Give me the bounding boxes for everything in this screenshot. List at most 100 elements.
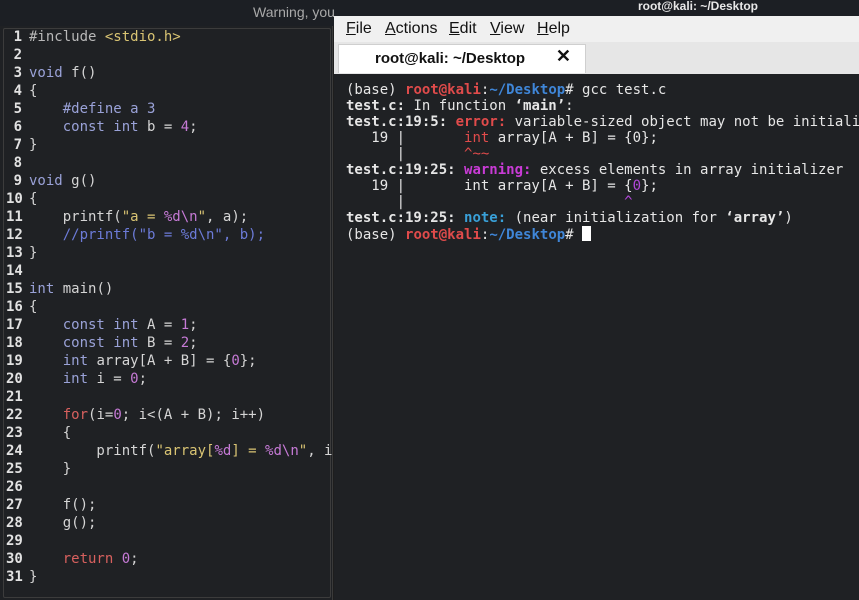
code-token: printf( <box>29 209 122 225</box>
code-line[interactable]: 6 const int b = 4; <box>6 118 198 136</box>
close-icon[interactable]: ✕ <box>556 46 571 67</box>
terminal-output[interactable]: (base) root@kali:~/Desktop# gcc test.c te… <box>334 74 859 600</box>
terminal-line: test.c: In function ‘main’: <box>346 98 574 114</box>
code-token: i = <box>88 371 131 387</box>
line-number: 19 <box>6 353 23 369</box>
code-line[interactable]: 5 #define a 3 <box>6 100 156 118</box>
code-line[interactable]: 3 void f() <box>6 64 97 82</box>
code-token: , a); <box>206 209 249 225</box>
code-line[interactable]: 29 <box>6 532 29 550</box>
code-token: f(); <box>29 497 97 513</box>
menu-item-view[interactable]: View <box>490 20 524 38</box>
code-line[interactable]: 22 for(i=0; i<(A + B); i++) <box>6 406 265 424</box>
code-token: 0 <box>231 353 240 369</box>
terminal-token: ^~~ <box>464 146 490 162</box>
terminal-token: (base) <box>346 227 406 243</box>
code-token: { <box>29 191 38 207</box>
terminal-line: test.c:19:5: error: variable-sized objec… <box>346 114 859 130</box>
code-token: " <box>298 443 308 459</box>
terminal-token: (base) <box>346 82 406 98</box>
code-line[interactable]: 4{ <box>6 82 38 100</box>
terminal-token: int <box>464 130 490 146</box>
terminal-token: test.c:19:5: <box>346 114 456 130</box>
terminal-token: | <box>346 194 625 210</box>
line-number: 21 <box>6 389 23 405</box>
code-line[interactable]: 2 <box>6 46 29 64</box>
terminal-token: root@kali <box>405 82 481 98</box>
line-number: 25 <box>6 461 23 477</box>
code-line[interactable]: 30 return 0; <box>6 550 139 568</box>
terminal-token: warning: <box>464 162 540 178</box>
terminal-token: # <box>565 227 583 243</box>
code-line[interactable]: 7} <box>6 136 38 154</box>
menu-item-actions[interactable]: Actions <box>385 20 437 38</box>
code-editor[interactable]: 1 #include <stdio.h> 2 3 void f() 4{5 #define… <box>0 26 434 600</box>
code-line[interactable]: 19 int array[A + B] = {0}; <box>6 352 257 370</box>
code-line[interactable]: 17 const int A = 1; <box>6 316 198 334</box>
terminal-tab[interactable]: root@kali: ~/Desktop ✕ <box>338 44 586 73</box>
code-line[interactable]: 10 { <box>6 190 37 208</box>
code-token: 2 <box>180 335 190 351</box>
code-token: int <box>29 281 55 297</box>
terminal-token: 19 | int array[A + B] = { <box>346 178 633 194</box>
code-token: } <box>29 245 38 261</box>
warning-text: Warning, you <box>253 4 335 20</box>
code-token: " <box>197 209 207 225</box>
code-token: ; <box>189 119 198 135</box>
code-line[interactable]: 21 <box>6 388 29 406</box>
line-number: 6 <box>13 119 22 135</box>
code-token: } <box>29 137 38 153</box>
terminal-token: ^ <box>624 194 633 210</box>
code-token: 1 <box>180 317 190 333</box>
terminal-line: 19 | int array[A + B] = {0}; <box>346 178 658 194</box>
code-line[interactable]: 28 g(); <box>6 514 96 532</box>
code-token: B = <box>138 335 181 351</box>
code-token: "array[ <box>155 443 215 459</box>
line-number: 23 <box>6 425 23 441</box>
code-line[interactable]: 26 <box>6 478 29 496</box>
code-line[interactable]: 13} <box>6 244 37 262</box>
code-line[interactable]: 27 f(); <box>6 496 96 514</box>
code-line[interactable]: 16 { <box>6 298 37 316</box>
line-number: 18 <box>6 335 23 351</box>
line-number: 31 <box>6 569 23 585</box>
menu-item-file[interactable]: File <box>346 20 372 38</box>
terminal-token: In function <box>405 98 515 114</box>
menu-item-help[interactable]: Help <box>537 20 570 38</box>
code-token: 0 <box>113 407 122 423</box>
code-line[interactable]: 9 void g() <box>6 172 97 190</box>
code-line[interactable]: 23 { <box>6 424 71 442</box>
line-number: 14 <box>6 263 23 279</box>
code-token: ; <box>189 335 198 351</box>
code-line[interactable]: 11 printf("a = %d\n", a); <box>6 208 248 226</box>
code-line[interactable]: 20 int i = 0; <box>6 370 147 388</box>
line-number: 5 <box>13 101 22 117</box>
code-line[interactable]: 25 } <box>6 460 71 478</box>
code-line[interactable]: 18 const int B = 2; <box>6 334 198 352</box>
code-token: array[A + B] = { <box>88 353 232 369</box>
code-line[interactable]: 8 <box>6 154 29 172</box>
code-line[interactable]: 31} <box>6 568 37 586</box>
tab-title: root@kali: ~/Desktop <box>375 50 526 67</box>
code-line[interactable]: 14 <box>6 262 29 280</box>
terminal-cursor <box>582 226 592 241</box>
code-line[interactable]: 12 //printf("b = %d\n", b); <box>6 226 265 244</box>
line-number: 1 <box>13 29 22 45</box>
terminal-line: | ^~~ <box>346 146 490 162</box>
line-number: 27 <box>6 497 23 513</box>
code-line[interactable]: 15 int main() <box>6 280 113 298</box>
terminal-window[interactable]: File Actions Edit View Help root@kali: ~/Des… <box>334 16 859 600</box>
line-number: 17 <box>6 317 23 333</box>
terminal-line: 19 | int array[A + B] = {0}; <box>346 130 658 146</box>
terminal-token: array[A + B] = {0}; <box>489 130 658 146</box>
line-number: 3 <box>13 65 22 81</box>
line-number: 20 <box>6 371 23 387</box>
code-token: for <box>62 407 89 423</box>
menu-item-edit[interactable]: Edit <box>449 20 477 38</box>
code-token: "a = <box>121 209 164 225</box>
code-line[interactable]: 1 #include <stdio.h> <box>6 28 181 46</box>
